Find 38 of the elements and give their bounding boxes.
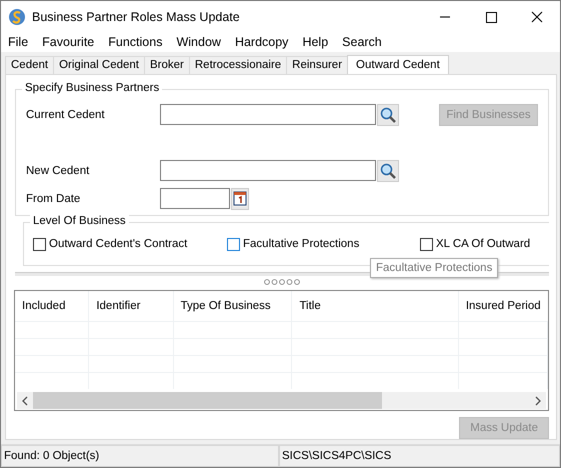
group-title: Level Of Business xyxy=(30,214,129,227)
column-header[interactable]: Insured Period xyxy=(458,291,548,322)
new-cedent-field[interactable] xyxy=(160,160,376,181)
field-label: From Date xyxy=(26,192,82,204)
tab[interactable]: Outward Cedent xyxy=(347,55,449,75)
menu-item[interactable]: File xyxy=(8,35,28,49)
menu-item[interactable]: Search xyxy=(342,35,382,49)
checkbox[interactable]: XL CA Of Outward xyxy=(420,238,530,251)
search-icon xyxy=(380,106,396,122)
column-header[interactable]: Title xyxy=(292,291,459,322)
field-label: New Cedent xyxy=(26,164,90,176)
app-logo-icon xyxy=(8,8,26,26)
status-text: Found: 0 Object(s) xyxy=(1,445,279,467)
horizontal-scrollbar[interactable] xyxy=(17,392,546,409)
menu-item[interactable]: Functions xyxy=(108,35,162,49)
column-header[interactable]: Identifier xyxy=(89,291,174,322)
window-title: Business Partner Roles Mass Update xyxy=(32,10,241,24)
date-field[interactable] xyxy=(160,188,230,209)
search-button[interactable] xyxy=(377,160,399,182)
splitter-handle-icon[interactable] xyxy=(263,278,301,285)
field-label: Current Cedent xyxy=(26,108,106,120)
column-header[interactable]: Included xyxy=(15,291,90,322)
checkbox[interactable]: Facultative Protections xyxy=(227,238,420,251)
search-button[interactable] xyxy=(377,104,399,126)
tab[interactable]: Cedent xyxy=(5,56,54,74)
search-icon xyxy=(380,162,396,178)
current-cedent-field[interactable] xyxy=(160,104,376,125)
menu-item[interactable]: Window xyxy=(176,35,221,49)
checkbox[interactable]: Outward Cedent's Contract xyxy=(33,238,227,251)
column-header[interactable]: Type Of Business xyxy=(174,291,292,322)
tooltip: Facultative Protections xyxy=(370,258,498,278)
status-text: SICS\SICS4PC\SICS xyxy=(279,445,560,467)
menu-item[interactable]: Hardcopy xyxy=(234,35,288,49)
calendar-button[interactable] xyxy=(231,188,249,210)
menu-item[interactable]: Favourite xyxy=(42,35,94,49)
menu-item[interactable]: Help xyxy=(302,35,328,49)
group-title: Specify Business Partners xyxy=(22,82,162,94)
calendar-icon xyxy=(233,191,247,206)
